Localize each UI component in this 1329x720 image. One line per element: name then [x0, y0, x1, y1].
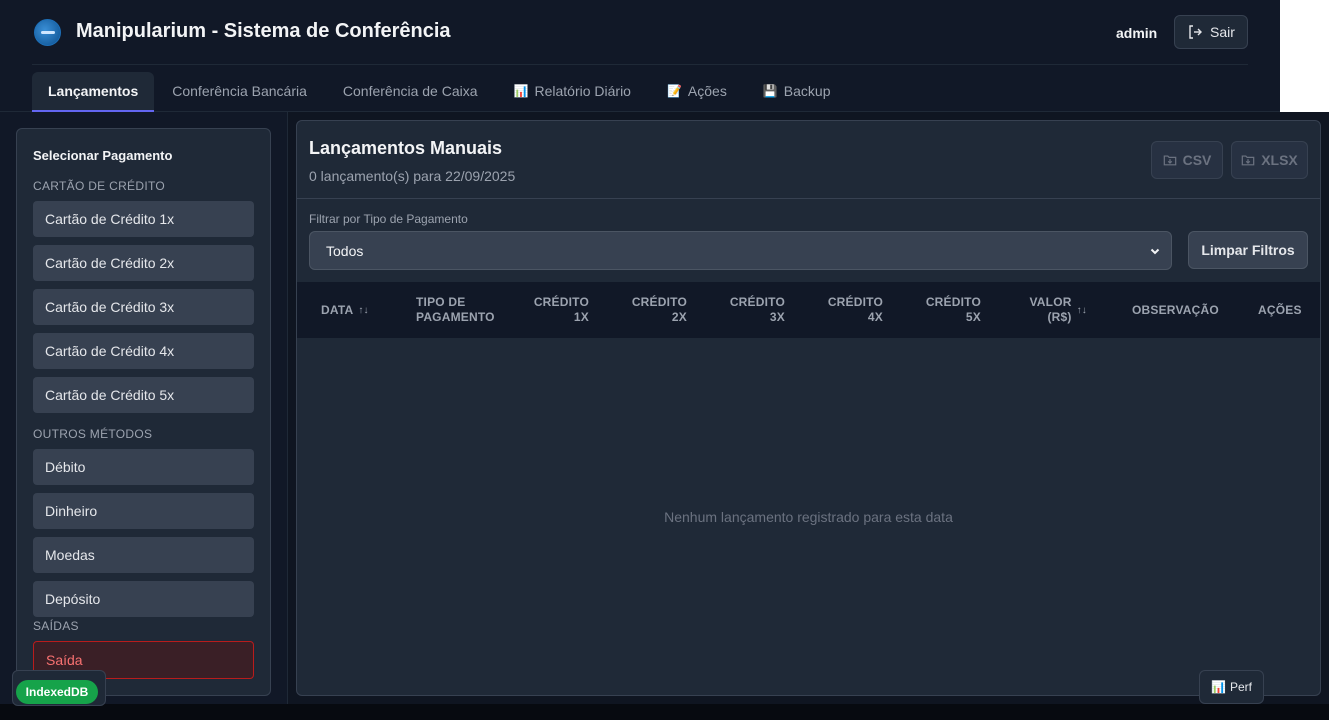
- app-header: Manipularium - Sistema de Conferência ad…: [0, 0, 1280, 112]
- perf-button[interactable]: 📊 Perf: [1199, 670, 1264, 704]
- payment-button-moedas[interactable]: Moedas: [33, 537, 254, 573]
- entries-count: 0 lançamento(s) para 22/09/2025: [309, 168, 516, 184]
- tab-lancamentos[interactable]: Lançamentos: [32, 72, 155, 112]
- tab-conferencia-caixa[interactable]: Conferência de Caixa: [325, 72, 496, 110]
- payment-button-debito[interactable]: Débito: [33, 449, 254, 485]
- chevron-down-icon: [1150, 248, 1160, 254]
- column-header-credito-3x: CRÉDITO 3X: [729, 295, 785, 324]
- filter-label: Filtrar por Tipo de Pagamento: [309, 212, 468, 226]
- panel-title: Selecionar Pagamento: [33, 148, 173, 163]
- tab-label: Conferência Bancária: [172, 83, 307, 99]
- tab-label: Backup: [783, 83, 831, 99]
- logout-button[interactable]: Sair: [1174, 15, 1248, 49]
- filter-selected-value: Todos: [326, 242, 364, 259]
- payment-button-dinheiro[interactable]: Dinheiro: [33, 493, 254, 529]
- sort-icon[interactable]: ↑↓: [1077, 303, 1087, 318]
- header-divider: [32, 64, 1248, 65]
- export-csv-label: CSV: [1182, 152, 1212, 168]
- storage-badge: IndexedDB: [16, 680, 98, 704]
- tab-relatorio-diario[interactable]: 📊 Relatório Diário: [496, 72, 649, 110]
- column-header-credito-5x: CRÉDITO 5X: [925, 295, 981, 324]
- column-header-valor[interactable]: VALOR (R$) ↑↓: [1007, 282, 1087, 338]
- payment-button-credit-5x[interactable]: Cartão de Crédito 5x: [33, 377, 254, 413]
- payment-button-credit-4x[interactable]: Cartão de Crédito 4x: [33, 333, 254, 369]
- card-divider: [297, 198, 1320, 199]
- section-label-other: OUTROS MÉTODOS: [33, 427, 153, 441]
- window-background-edge: [1280, 0, 1329, 112]
- memo-icon: 📝: [666, 84, 682, 98]
- payment-button-credit-3x[interactable]: Cartão de Crédito 3x: [33, 289, 254, 325]
- window-bottom-edge: [0, 704, 1329, 720]
- column-header-acoes: AÇÕES: [1258, 302, 1302, 317]
- app-title: Manipularium - Sistema de Conferência: [76, 20, 451, 42]
- section-label-outflows: SAÍDAS: [33, 619, 79, 633]
- column-header-credito-2x: CRÉDITO 2X: [631, 295, 687, 324]
- card-title: Lançamentos Manuais: [309, 138, 503, 158]
- tab-label: Relatório Diário: [534, 83, 631, 99]
- floppy-disk-icon: 💾: [762, 84, 778, 98]
- current-user: admin: [1116, 25, 1158, 41]
- folder-download-icon: [1163, 155, 1176, 166]
- payment-selector-panel: Selecionar Pagamento CARTÃO DE CRÉDITO C…: [16, 128, 271, 696]
- tab-backup[interactable]: 💾 Backup: [745, 72, 849, 110]
- export-xlsx-label: XLSX: [1261, 152, 1298, 168]
- column-header-observacao: OBSERVAÇÃO: [1132, 302, 1219, 317]
- column-header-credito-4x: CRÉDITO 4X: [827, 295, 883, 324]
- column-header-tipo-pagamento: TIPO DE PAGAMENTO: [416, 295, 495, 324]
- tab-label: Conferência de Caixa: [342, 83, 478, 99]
- payment-type-filter-select[interactable]: Todos: [309, 231, 1172, 270]
- tab-acoes[interactable]: 📝 Ações: [649, 72, 745, 110]
- export-csv-button[interactable]: CSV: [1151, 141, 1223, 179]
- export-xlsx-button[interactable]: XLSX: [1231, 141, 1308, 179]
- empty-table-message: Nenhum lançamento registrado para esta d…: [664, 509, 953, 525]
- tab-conferencia-bancaria[interactable]: Conferência Bancária: [154, 72, 325, 110]
- logout-icon: [1189, 25, 1203, 39]
- column-header-data[interactable]: DATA ↑↓: [321, 282, 401, 338]
- chart-icon: 📊: [513, 84, 529, 98]
- perf-label: Perf: [1229, 680, 1252, 694]
- entries-table-header: DATA ↑↓ TIPO DE PAGAMENTO CRÉDITO 1X CRÉDI…: [297, 282, 1320, 338]
- app-logo: [34, 19, 61, 46]
- logout-label: Sair: [1210, 24, 1235, 40]
- chart-icon: 📊: [1211, 680, 1226, 694]
- folder-download-icon: [1241, 155, 1255, 166]
- payment-button-credit-2x[interactable]: Cartão de Crédito 2x: [33, 245, 254, 281]
- tab-label: Ações: [687, 83, 727, 99]
- tab-label: Lançamentos: [48, 83, 139, 99]
- section-label-credit: CARTÃO DE CRÉDITO: [33, 179, 166, 193]
- entries-card: Lançamentos Manuais 0 lançamento(s) para…: [296, 120, 1321, 696]
- payment-button-deposito[interactable]: Depósito: [33, 581, 254, 617]
- main-tabs: Lançamentos Conferência Bancária Conferê…: [32, 72, 849, 112]
- sort-icon[interactable]: ↑↓: [358, 303, 368, 318]
- clear-filters-button[interactable]: Limpar Filtros: [1188, 231, 1308, 269]
- payment-button-credit-1x[interactable]: Cartão de Crédito 1x: [33, 201, 254, 237]
- column-header-credito-1x: CRÉDITO 1X: [533, 295, 589, 324]
